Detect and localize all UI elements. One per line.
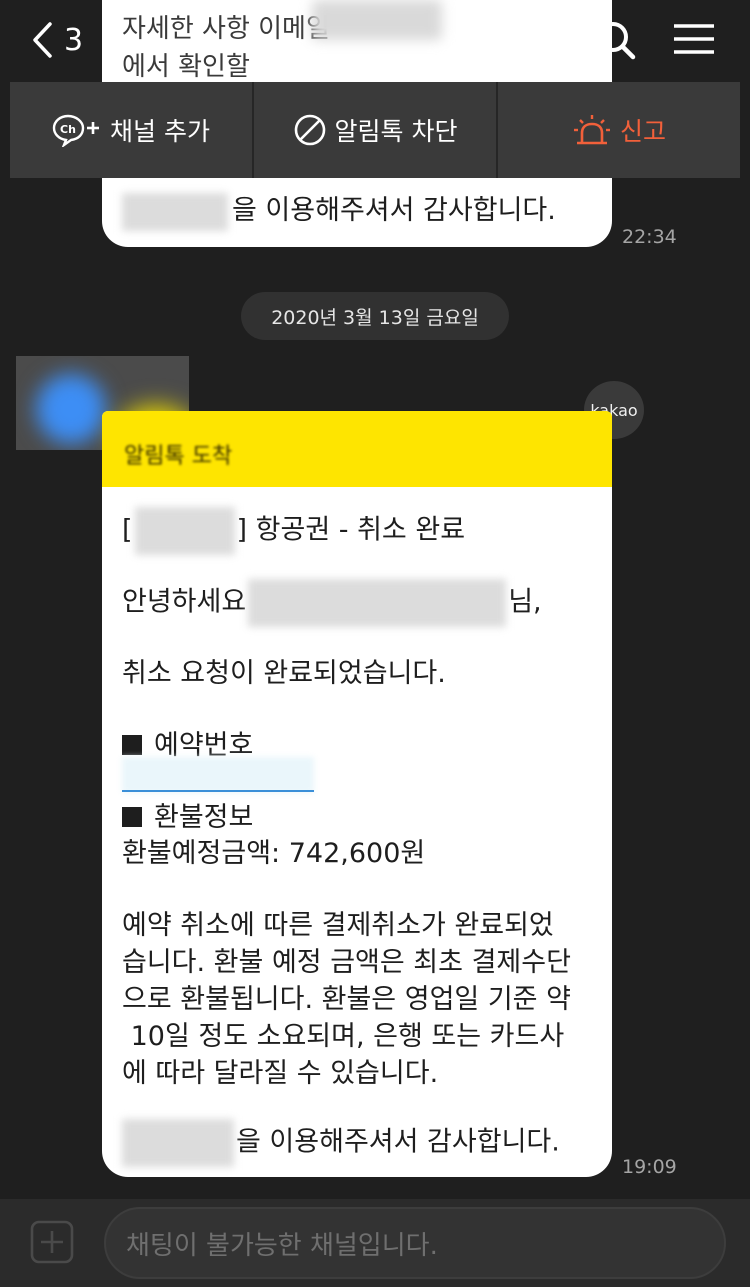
body-line-4: 10일 정도 소요되며, 은행 또는 카드사 [122,1021,565,1052]
previous-message-time: 22:34 [622,226,677,248]
reservation-link-underline [122,790,314,792]
body-line-1: 예약 취소에 따른 결제취소가 완료되었 [122,910,554,941]
menu-button[interactable] [672,20,716,60]
search-icon [598,22,636,60]
thanks-text: 을 이용해주셔서 감사합니다. [122,1119,560,1167]
channel-action-bar: Ch 채널 추가 알림톡 차단 신고 [10,82,740,178]
redacted-company [122,1119,234,1167]
siren-icon [573,115,610,145]
add-channel-button[interactable]: Ch 채널 추가 [10,82,254,178]
alimtalk-header: 알림톡 도착 [102,411,612,487]
block-alimtalk-label: 알림톡 차단 [334,117,458,146]
bullet-square [122,734,142,755]
cancel-done-text: 취소 요청이 완료되었습니다. [122,658,446,689]
message-title-prefix: [ [122,514,133,546]
report-button[interactable]: 신고 [498,82,740,178]
report-label: 신고 [619,117,666,146]
thanks-label: 을 이용해주셔서 감사합니다. [236,1126,560,1158]
channel-add-icon: Ch [52,114,100,147]
greeting: 안녕하세요 님, [122,579,542,627]
message-title: [ ] 항공권 - 취소 완료 [122,507,465,555]
chat-input[interactable]: 채팅이 불가능한 채널입니다. [104,1207,726,1279]
bullet-square [122,806,142,827]
add-channel-label: 채널 추가 [110,117,210,146]
message-time: 19:09 [622,1156,677,1178]
greeting-suffix: 님, [508,586,542,618]
reservation-number-link[interactable] [122,757,314,793]
previous-thanks-text: 을 이용해주셔서 감사합니다. [122,188,556,231]
body-line-2: 습니다. 환불 예정 금액은 최초 결제수단 [122,947,571,978]
block-icon [294,114,325,146]
back-button[interactable]: 3 [30,18,83,62]
greeting-prefix: 안녕하세요 [122,586,247,618]
unread-count: 3 [64,22,84,58]
avatar-blur-blue [36,374,106,444]
hamburger-menu-icon [674,24,714,54]
redacted-name [248,579,507,627]
attach-button[interactable] [30,1220,74,1264]
redacted-airline [134,507,235,555]
message-title-suffix: ] 항공권 - 취소 완료 [236,514,466,546]
refund-amount: 환불예정금액: 742,600원 [122,838,426,869]
chevron-left-icon [33,22,52,58]
block-alimtalk-button[interactable]: 알림톡 차단 [254,82,498,178]
body-line-3: 으로 환불됩니다. 환불은 영업일 기준 약 [122,984,571,1015]
redacted-company [122,192,228,231]
chat-header: 3 [0,0,750,80]
refund-heading: 환불정보 [122,795,253,834]
date-divider: 2020년 3월 13일 금요일 [241,292,509,340]
body-line-5: 에 따라 달라질 수 있습니다. [122,1058,439,1089]
previous-thanks-label: 을 이용해주셔서 감사합니다. [232,195,556,226]
plus-square-icon [30,1220,74,1264]
refund-label: 환불정보 [154,802,254,833]
search-button[interactable] [594,18,638,62]
alimtalk-message-bubble[interactable]: 알림톡 도착 [ ] 항공권 - 취소 완료 안녕하세요 님, 취소 요청이 완료되… [102,411,612,1177]
alimtalk-header-title: 알림톡 도착 [124,444,233,469]
svg-text:Ch: Ch [60,123,76,136]
